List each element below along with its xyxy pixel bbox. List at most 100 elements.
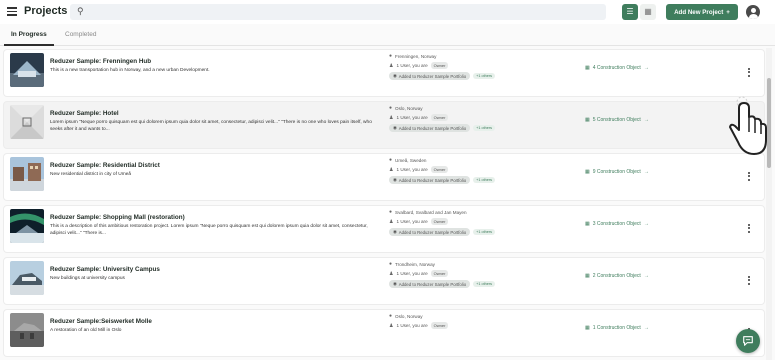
project-users: ♟ 1 User, you are Owner xyxy=(389,62,449,69)
others-badge[interactable]: +1 others xyxy=(473,177,496,183)
project-card[interactable]: Reduzer Sample: Shopping Mall (restorati… xyxy=(4,206,764,252)
project-thumbnail xyxy=(10,53,44,87)
project-card[interactable]: Reduzer Sample:Seiswerket Molle A restor… xyxy=(4,310,764,356)
add-new-project-button[interactable]: Add New Project + xyxy=(666,4,738,20)
project-card[interactable]: Reduzer Sample: University Campus New bu… xyxy=(4,258,764,304)
portfolio-text: Added to Reduzer Sample Portfolio xyxy=(398,73,467,79)
portfolio-chip[interactable]: ◉ Added to Reduzer Sample Portfolio xyxy=(389,176,471,184)
grid-view-button[interactable]: ▦ xyxy=(640,4,656,20)
others-badge[interactable]: +1 others xyxy=(473,229,496,235)
arrow-right-icon: → xyxy=(643,325,649,331)
search-input[interactable] xyxy=(92,5,592,19)
portfolio-chip[interactable]: ◉ Added to Reduzer Sample Portfolio xyxy=(389,280,471,288)
plus-icon: + xyxy=(726,8,730,16)
chat-button[interactable] xyxy=(736,329,760,353)
project-name[interactable]: Reduzer Sample: University Campus xyxy=(50,266,160,273)
location-text: Oslo, Norway xyxy=(395,313,423,319)
portfolio-icon: ◉ xyxy=(393,73,397,78)
role-badge: Owner xyxy=(430,218,449,225)
more-options-icon[interactable] xyxy=(746,222,752,236)
project-name[interactable]: Reduzer Sample: Residential District xyxy=(50,162,160,169)
project-location: ● Frenningen, Norway xyxy=(389,53,436,59)
portfolio-row: ◉ Added to Reduzer Sample Portfolio +1 oth… xyxy=(389,176,496,184)
project-location: ● Svalbard, Svalbard and Jan Mayen xyxy=(389,209,467,215)
portfolio-row: ◉ Added to Reduzer Sample Portfolio +1 oth… xyxy=(389,124,496,132)
project-card[interactable]: Reduzer Sample: Hotel Lorem ipsum "Neque… xyxy=(4,102,764,148)
users-icon: ♟ xyxy=(389,166,394,173)
construction-object-link[interactable]: ▦ 3 Construction Object → xyxy=(585,221,649,227)
construction-text: 3 Construction Object xyxy=(592,221,641,227)
more-options-icon[interactable] xyxy=(746,170,752,184)
users-icon: ♟ xyxy=(389,114,394,121)
construction-object-link[interactable]: ▦ 9 Construction Object → xyxy=(585,169,649,175)
project-users: ♟ 1 User, you are Owner xyxy=(389,270,449,277)
construction-text: 4 Construction Object xyxy=(592,65,641,71)
users-icon: ♟ xyxy=(389,62,394,69)
construction-object-link[interactable]: ▦ 1 Construction Object → xyxy=(585,325,649,331)
project-description: Lorem ipsum "Neque porro quisquam est qu… xyxy=(50,120,372,132)
construction-text: 5 Construction Object xyxy=(592,117,641,123)
users-icon: ♟ xyxy=(389,322,394,329)
users-icon: ♟ xyxy=(389,218,394,225)
users-icon: ♟ xyxy=(389,270,394,277)
role-badge: Owner xyxy=(430,322,449,329)
project-description: This is a new transportation hub in Norw… xyxy=(50,68,210,73)
project-description: New residential district in city of Umeå xyxy=(50,172,132,177)
hamburger-menu-icon[interactable] xyxy=(6,5,18,17)
location-pin-icon: ● xyxy=(389,105,393,111)
project-name[interactable]: Reduzer Sample: Shopping Mall (restorati… xyxy=(50,214,185,221)
active-tab-indicator xyxy=(4,44,54,46)
search-icon: ⚲ xyxy=(77,6,84,16)
project-name[interactable]: Reduzer Sample:Seiswerket Molle xyxy=(50,318,152,325)
arrow-right-icon: → xyxy=(643,65,649,71)
arrow-right-icon: → xyxy=(643,169,649,175)
construction-object-link[interactable]: ▦ 4 Construction Object → xyxy=(585,65,649,71)
more-options-icon[interactable] xyxy=(746,66,752,80)
tab-bar: In Progress Completed xyxy=(0,26,775,46)
project-users: ♟ 1 User, you are Owner xyxy=(389,166,449,173)
list-view-button[interactable]: ☰ xyxy=(622,4,638,20)
location-pin-icon: ● xyxy=(389,313,393,319)
search-bar[interactable]: ⚲ xyxy=(70,4,606,20)
add-new-project-label: Add New Project xyxy=(674,8,724,16)
location-pin-icon: ● xyxy=(389,261,393,267)
construction-icon: ▦ xyxy=(585,273,590,279)
project-card[interactable]: Reduzer Sample: Frenningen Hub This is a… xyxy=(4,50,764,96)
project-thumbnail xyxy=(10,209,44,243)
portfolio-text: Added to Reduzer Sample Portfolio xyxy=(398,229,467,235)
project-description: This is a description of this ambitious … xyxy=(50,224,368,236)
hand-cursor-icon xyxy=(726,96,770,162)
project-name[interactable]: Reduzer Sample: Frenningen Hub xyxy=(50,58,151,65)
others-badge[interactable]: +1 others xyxy=(473,281,496,287)
portfolio-icon: ◉ xyxy=(393,177,397,182)
tab-completed[interactable]: Completed xyxy=(65,31,96,38)
project-card[interactable]: Reduzer Sample: Residential District New… xyxy=(4,154,764,200)
construction-icon: ▦ xyxy=(585,325,590,331)
project-thumbnail xyxy=(10,313,44,347)
location-text: Oslo, Norway xyxy=(395,105,423,111)
project-thumbnail xyxy=(10,105,44,139)
location-pin-icon: ● xyxy=(389,209,393,215)
others-badge[interactable]: +1 others xyxy=(473,125,496,131)
portfolio-text: Added to Reduzer Sample Portfolio xyxy=(398,281,467,287)
location-text: Svalbard, Svalbard and Jan Mayen xyxy=(395,209,467,215)
tab-in-progress[interactable]: In Progress xyxy=(11,31,47,38)
avatar[interactable] xyxy=(746,5,760,19)
construction-object-link[interactable]: ▦ 5 Construction Object → xyxy=(585,117,649,123)
portfolio-chip[interactable]: ◉ Added to Reduzer Sample Portfolio xyxy=(389,72,471,80)
scrollbar[interactable] xyxy=(766,48,772,360)
portfolio-chip[interactable]: ◉ Added to Reduzer Sample Portfolio xyxy=(389,228,471,236)
construction-text: 2 Construction Object xyxy=(592,273,641,279)
role-badge: Owner xyxy=(430,270,449,277)
portfolio-chip[interactable]: ◉ Added to Reduzer Sample Portfolio xyxy=(389,124,471,132)
others-badge[interactable]: +1 others xyxy=(473,73,496,79)
construction-object-link[interactable]: ▦ 2 Construction Object → xyxy=(585,273,649,279)
location-text: Frenningen, Norway xyxy=(395,53,437,59)
users-text: 1 User, you are xyxy=(396,167,428,172)
arrow-right-icon: → xyxy=(643,117,649,123)
project-thumbnail xyxy=(10,157,44,191)
project-location: ● Oslo, Norway xyxy=(389,105,423,111)
construction-icon: ▦ xyxy=(585,117,590,123)
project-name[interactable]: Reduzer Sample: Hotel xyxy=(50,110,119,117)
more-options-icon[interactable] xyxy=(746,274,752,288)
